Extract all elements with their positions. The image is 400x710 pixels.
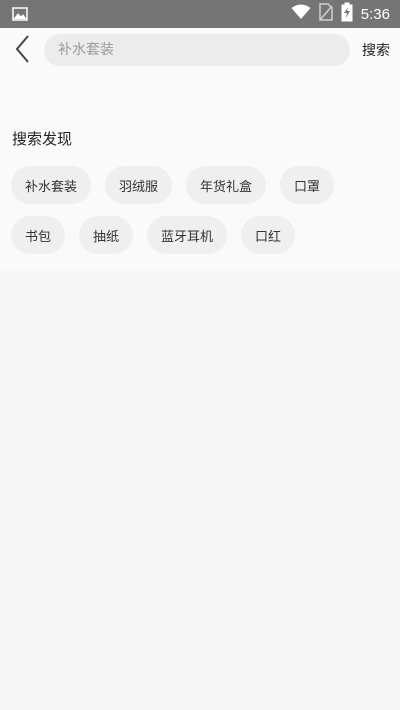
tag-list: 补水套装 羽绒服 年货礼盒 口罩 书包 抽纸 蓝牙耳机 口红: [11, 166, 391, 254]
search-tag[interactable]: 抽纸: [79, 216, 134, 254]
search-tag[interactable]: 蓝牙耳机: [147, 216, 228, 254]
search-button[interactable]: 搜索: [362, 40, 390, 60]
search-tag[interactable]: 羽绒服: [105, 166, 173, 204]
no-sim-icon: [319, 3, 333, 25]
search-header: 搜索: [0, 28, 400, 74]
wifi-icon: [291, 4, 311, 24]
status-bar: 5:36: [0, 0, 400, 28]
section-title: 搜索发现: [12, 130, 73, 148]
status-time: 5:36: [360, 5, 390, 23]
search-tag[interactable]: 补水套装: [11, 166, 92, 204]
search-box: [44, 34, 350, 66]
chevron-left-icon: [13, 34, 33, 68]
search-tag[interactable]: 口罩: [280, 166, 335, 204]
search-tag[interactable]: 书包: [11, 216, 66, 254]
back-button[interactable]: [6, 34, 40, 68]
image-icon: [12, 6, 28, 21]
search-tag[interactable]: 口红: [241, 216, 296, 254]
battery-charging-icon: [341, 2, 353, 26]
search-input[interactable]: [56, 41, 340, 59]
search-tag[interactable]: 年货礼盒: [186, 166, 267, 204]
search-discovery-section: 搜索发现 补水套装 羽绒服 年货礼盒 口罩 书包 抽纸 蓝牙耳机 口红: [0, 74, 400, 270]
